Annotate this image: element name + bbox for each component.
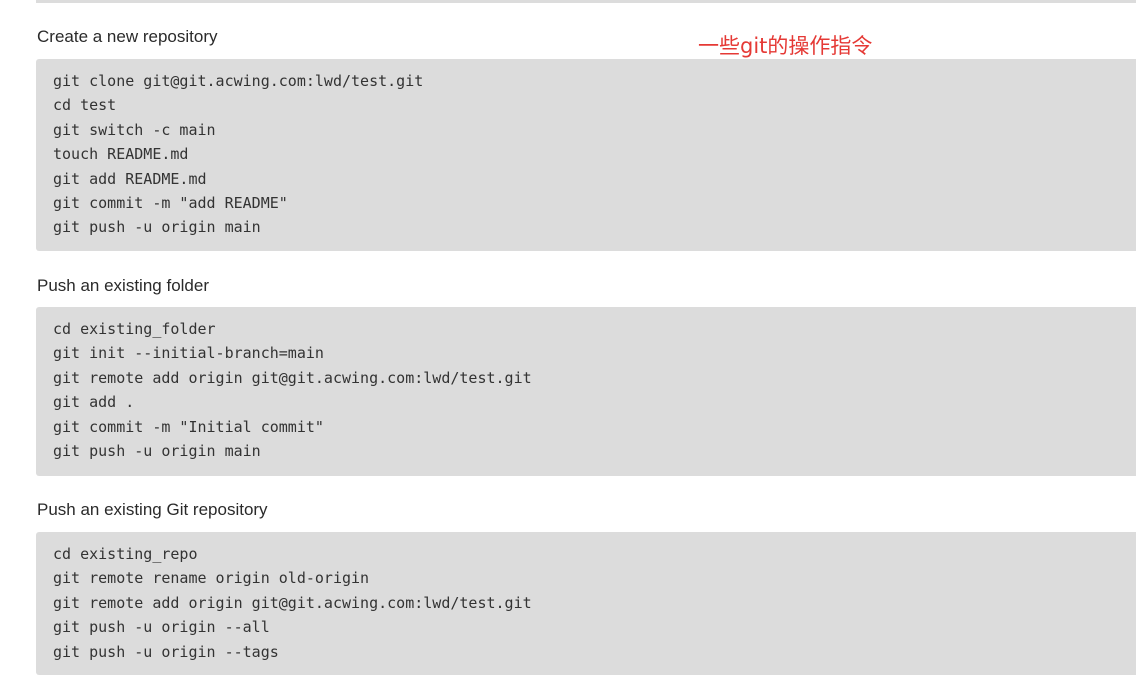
code-line: cd existing_folder	[53, 320, 216, 338]
code-line: git init --initial-branch=main	[53, 344, 324, 363]
code-line: git remote rename origin old-origin	[53, 569, 370, 588]
code-line: git push -u origin --all	[53, 618, 270, 637]
code-line: git commit -m "Initial commit"	[53, 417, 324, 436]
code-line: git push -u origin --tags	[53, 642, 279, 661]
code-block-push-folder[interactable]: cd existing_folder git init --initial-br…	[36, 307, 1136, 476]
code-line: git add README.md	[53, 169, 207, 188]
code-line: git commit -m "add README"	[53, 194, 288, 213]
code-line: touch README.md	[53, 145, 189, 164]
code-line: git remote add origin git@git.acwing.com…	[53, 593, 532, 612]
code-line: git push -u origin main	[53, 218, 261, 237]
code-block-push-repo[interactable]: cd existing_repo git remote rename origi…	[36, 532, 1136, 675]
code-line: cd existing_repo	[53, 545, 198, 563]
section-title-push-repo: Push an existing Git repository	[37, 500, 268, 519]
section-title-push-folder: Push an existing folder	[37, 276, 209, 295]
code-line: git add .	[53, 393, 135, 412]
annotation-text: 一些git的操作指令	[698, 34, 873, 58]
code-line: git clone git@git.acwing.com:lwd/test.gi…	[53, 72, 424, 90]
code-line: git remote add origin git@git.acwing.com…	[53, 368, 532, 387]
code-line: git switch -c main	[53, 120, 216, 139]
code-block-create-repo[interactable]: git clone git@git.acwing.com:lwd/test.gi…	[36, 59, 1136, 251]
section-title-create-repo: Create a new repository	[37, 27, 218, 46]
code-line: git push -u origin main	[53, 442, 261, 461]
code-line: cd test	[53, 96, 117, 115]
previous-block-edge	[36, 0, 1136, 3]
